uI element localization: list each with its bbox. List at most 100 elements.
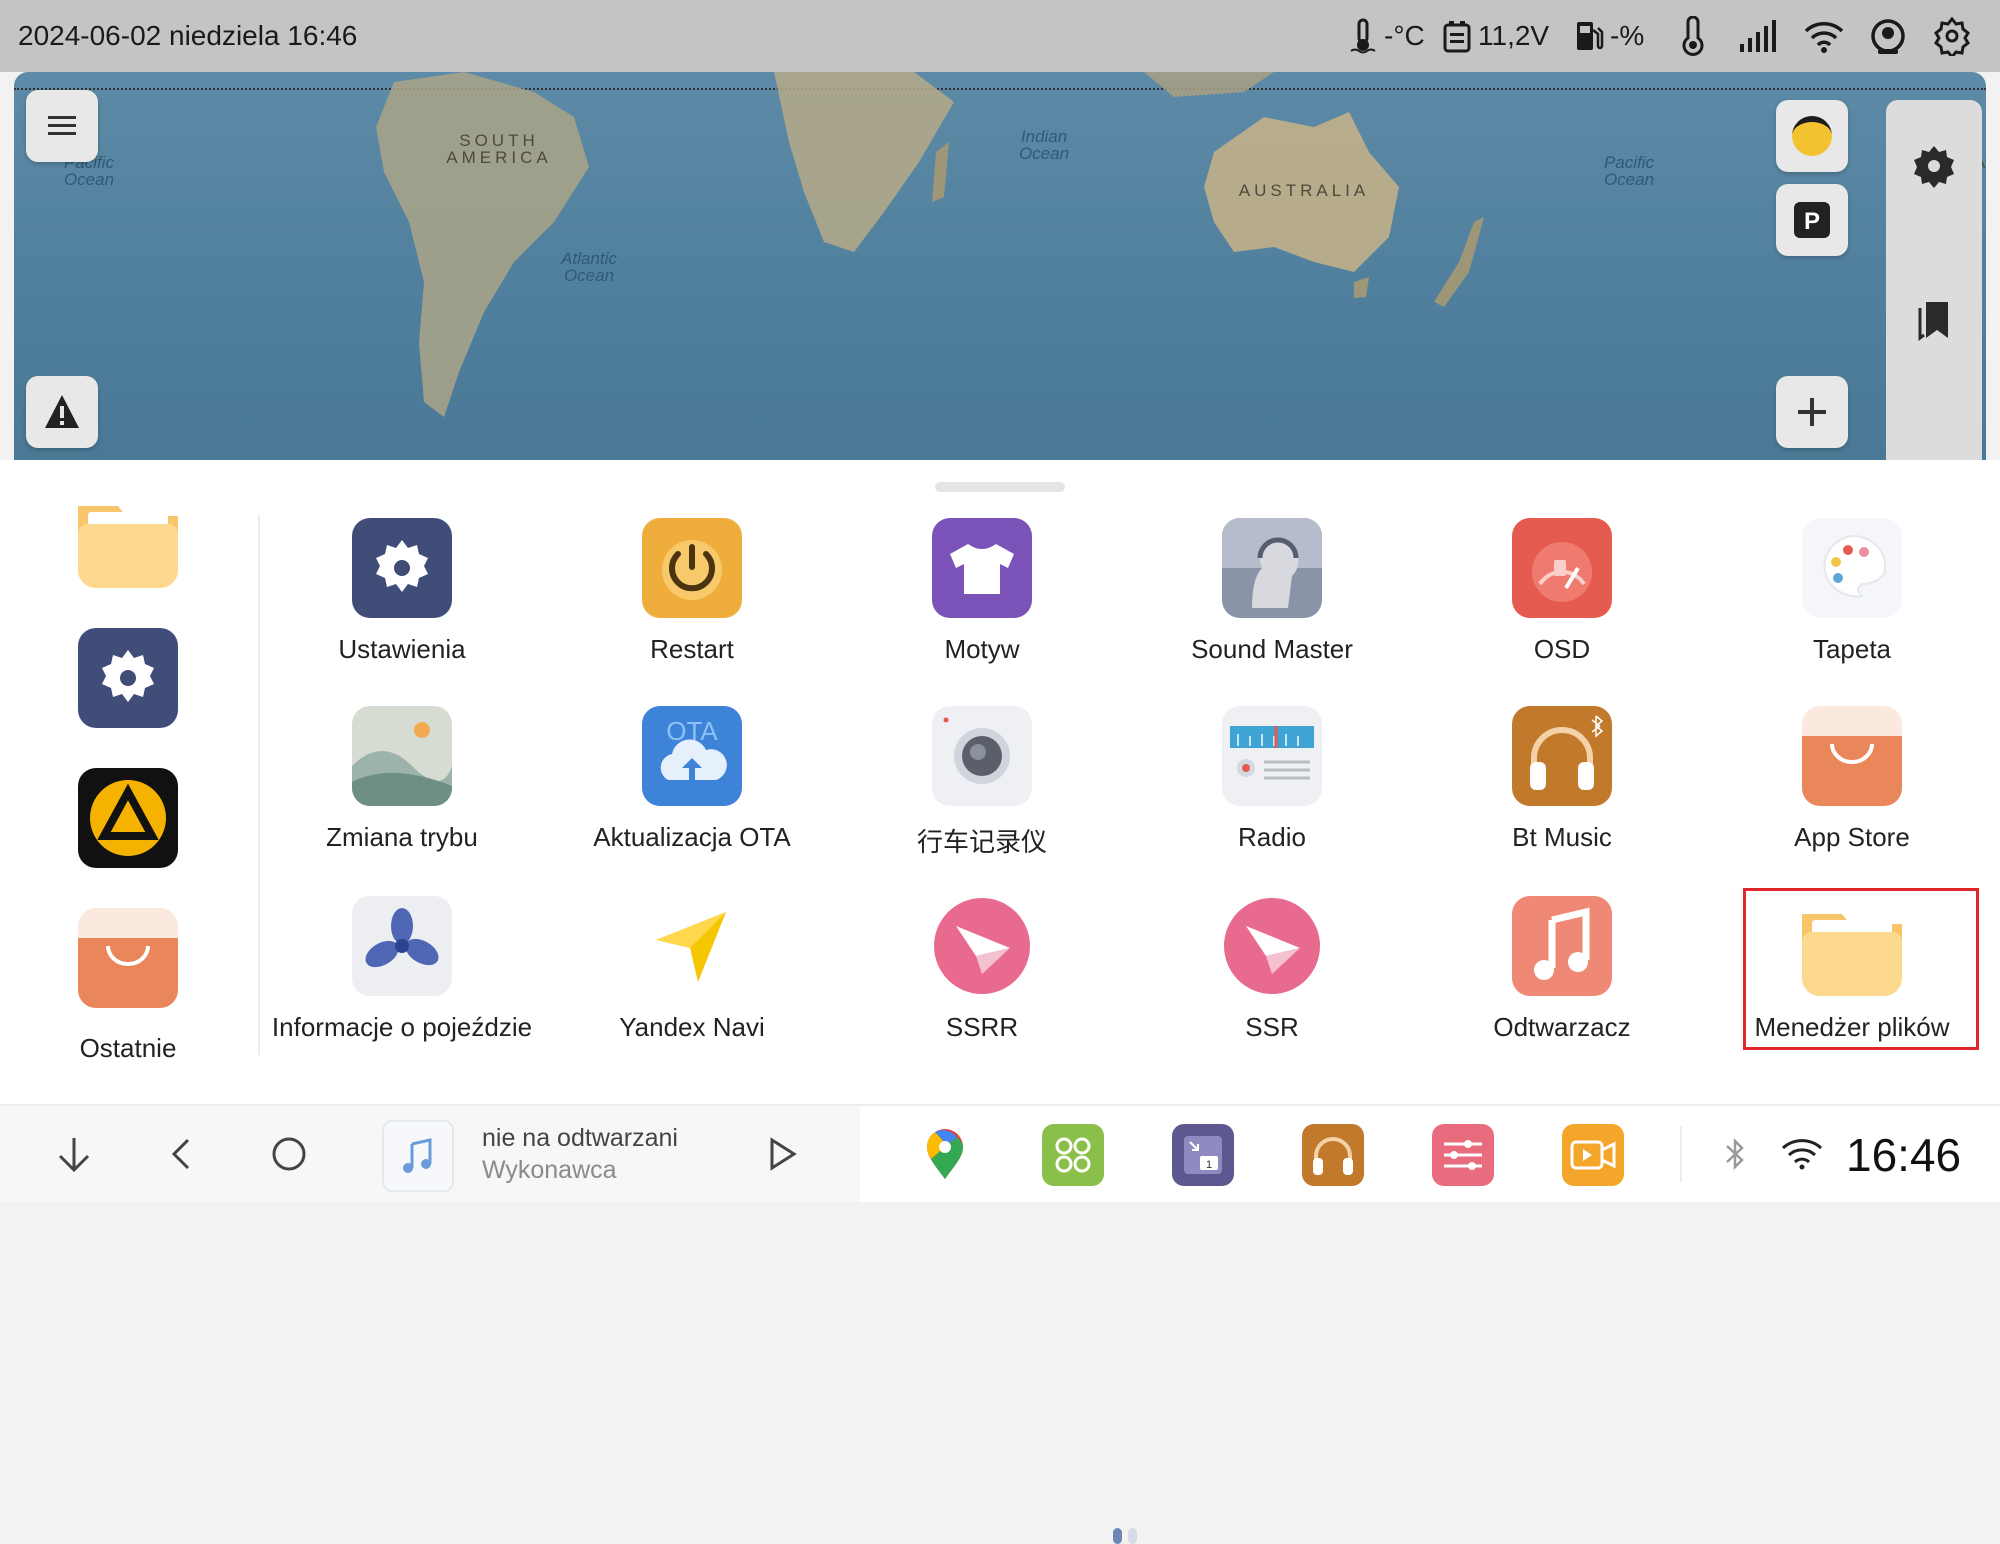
battery-icon bbox=[1443, 21, 1471, 53]
app-motyw[interactable]: Motyw bbox=[842, 518, 1122, 665]
back-button[interactable] bbox=[152, 1124, 212, 1184]
app-app-store[interactable]: App Store bbox=[1712, 706, 1992, 853]
folder-icon bbox=[78, 488, 178, 588]
page-dot[interactable] bbox=[1128, 1528, 1137, 1544]
hamburger-icon bbox=[48, 116, 76, 135]
app-label: SSRR bbox=[945, 1012, 1019, 1042]
headphones-icon bbox=[1313, 1137, 1353, 1175]
settings-gear-icon bbox=[352, 518, 452, 618]
paper-plane-icon bbox=[1222, 896, 1322, 996]
drawer-handle[interactable] bbox=[935, 482, 1065, 492]
navigation-arrow-icon bbox=[642, 896, 742, 996]
recent-settings[interactable] bbox=[78, 628, 178, 728]
app-label: App Store bbox=[1794, 822, 1910, 852]
app-osd[interactable]: OSD bbox=[1422, 518, 1702, 665]
map-label-indian-ocean: Indian Ocean bbox=[1018, 127, 1070, 163]
app-label: 行车记录仪 bbox=[916, 827, 1047, 857]
map-label-australia: AUSTRALIA bbox=[1238, 181, 1370, 200]
music-thumbnail[interactable] bbox=[382, 1120, 454, 1192]
shopping-bag-icon bbox=[78, 908, 178, 1008]
map-alert-button[interactable] bbox=[26, 376, 98, 448]
selection-highlight bbox=[1743, 888, 1979, 1050]
bottom-controls: nie na odtwarzani Wykonawca bbox=[0, 1106, 860, 1202]
home-circle-icon bbox=[272, 1137, 306, 1171]
dock-google-maps[interactable] bbox=[914, 1124, 976, 1186]
temperature-value: -°C bbox=[1384, 20, 1425, 51]
dashcam-icon bbox=[932, 706, 1032, 806]
status-bar: 2024-06-02 niedziela 16:46 -°C 11,2V -% bbox=[0, 0, 2000, 72]
app-ssr[interactable]: SSR bbox=[1132, 896, 1412, 1043]
svg-text:P: P bbox=[1804, 208, 1820, 235]
aimp-icon bbox=[78, 768, 178, 868]
recent-aimp[interactable] bbox=[78, 768, 178, 868]
app-radio[interactable]: Radio bbox=[1132, 706, 1412, 853]
app-label: Radio bbox=[1238, 822, 1306, 852]
settings-cog-icon[interactable] bbox=[1932, 14, 1972, 58]
app-zmiana-trybu[interactable]: Zmiana trybu bbox=[262, 706, 542, 853]
app-label: Motyw bbox=[944, 634, 1020, 664]
map-zoom-in-button[interactable] bbox=[1776, 376, 1848, 448]
app-bt-music[interactable]: Bt Music bbox=[1422, 706, 1702, 853]
collapse-drawer-button[interactable] bbox=[44, 1124, 104, 1184]
app-ssrr[interactable]: SSRR bbox=[842, 896, 1122, 1043]
page-indicator bbox=[1113, 1528, 1137, 1544]
dock-bt-music[interactable] bbox=[1302, 1124, 1364, 1186]
dock-app-launcher[interactable] bbox=[1042, 1124, 1104, 1186]
map-view[interactable]: SOUTH AMERICA AUSTRALIA Pacific Ocean Pa… bbox=[14, 72, 1986, 460]
app-label: SSR bbox=[1245, 1012, 1299, 1042]
split-screen-icon: 1 bbox=[1184, 1136, 1222, 1174]
app-label: Ustawienia bbox=[338, 634, 466, 664]
parking-icon: P bbox=[1794, 202, 1830, 238]
recent-file-manager[interactable] bbox=[78, 488, 178, 588]
app-informacje-o-pojezdzie[interactable]: Informacje o pojeździe bbox=[262, 896, 542, 1043]
app-aktualizacja-ota[interactable]: OTA Aktualizacja OTA bbox=[552, 706, 832, 853]
fuel-pump-icon bbox=[1577, 22, 1604, 50]
map-settings-button[interactable] bbox=[1910, 142, 1958, 195]
arrow-down-icon bbox=[58, 1138, 90, 1173]
app-label: Bt Music bbox=[1512, 822, 1612, 852]
settings-gear-icon bbox=[78, 628, 178, 728]
app-sound-master[interactable]: Sound Master bbox=[1132, 518, 1412, 665]
map-parking-button[interactable]: P bbox=[1776, 184, 1848, 256]
music-note-icon bbox=[403, 1138, 432, 1173]
recent-divider bbox=[258, 515, 260, 1055]
recent-app-store[interactable] bbox=[78, 908, 178, 1008]
dock-equalizer[interactable] bbox=[1432, 1124, 1494, 1186]
recent-apps-label: Ostatnie bbox=[79, 1033, 177, 1063]
landscape-icon bbox=[352, 706, 452, 806]
headphones-icon bbox=[1512, 706, 1612, 806]
fuel-value: -% bbox=[1610, 20, 1645, 51]
app-odtwarzacz[interactable]: Odtwarzacz bbox=[1422, 896, 1702, 1043]
play-button[interactable] bbox=[752, 1124, 812, 1184]
tshirt-icon bbox=[932, 518, 1032, 618]
app-drawer: Ostatnie Ustawienia Restart Motyw Sound … bbox=[0, 460, 2000, 1544]
app-label: Informacje o pojeździe bbox=[271, 1012, 533, 1042]
palette-icon bbox=[1802, 518, 1902, 618]
plus-icon bbox=[1798, 398, 1826, 426]
bottom-bar: nie na odtwarzani Wykonawca 1 16:46 bbox=[0, 1104, 2000, 1202]
fan-icon bbox=[352, 896, 452, 996]
map-label-south-america: SOUTH AMERICA bbox=[446, 131, 552, 167]
paper-plane-icon bbox=[932, 896, 1032, 996]
app-ustawienia[interactable]: Ustawienia bbox=[262, 518, 542, 665]
gear-icon bbox=[1914, 146, 1954, 188]
app-tapeta[interactable]: Tapeta bbox=[1712, 518, 1992, 665]
home-button[interactable] bbox=[259, 1124, 319, 1184]
app-yandex-navi[interactable]: Yandex Navi bbox=[552, 896, 832, 1043]
day-night-icon bbox=[1792, 116, 1832, 156]
page-dot-active[interactable] bbox=[1113, 1528, 1122, 1544]
app-label: Tapeta bbox=[1812, 634, 1892, 664]
map-day-night-button[interactable] bbox=[1776, 100, 1848, 172]
app-restart[interactable]: Restart bbox=[552, 518, 832, 665]
map-side-panel bbox=[1886, 100, 1982, 460]
map-bookmarks-button[interactable] bbox=[1914, 298, 1954, 347]
dock-split-screen[interactable]: 1 bbox=[1172, 1124, 1234, 1186]
map-menu-button[interactable] bbox=[26, 90, 98, 162]
svg-text:1: 1 bbox=[1206, 1159, 1212, 1171]
recent-apps-column: Ostatnie bbox=[0, 460, 256, 1104]
chevron-left-icon bbox=[171, 1138, 190, 1170]
app-label: Yandex Navi bbox=[619, 1012, 765, 1042]
music-note-icon bbox=[1512, 896, 1612, 996]
app-dashcam[interactable]: 行车记录仪 bbox=[842, 706, 1122, 859]
dock-video-player[interactable] bbox=[1562, 1124, 1624, 1186]
